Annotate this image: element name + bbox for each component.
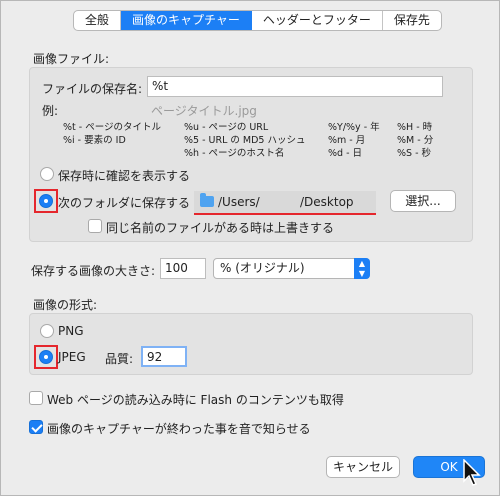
tab-general[interactable]: 全般 (74, 11, 122, 30)
radio-save-to-folder[interactable] (39, 194, 53, 208)
choose-folder-button[interactable]: 選択... (390, 190, 456, 212)
filename-input[interactable]: %t (147, 76, 443, 97)
token-second: %S - 秒 (397, 148, 432, 159)
tab-save-location[interactable]: 保存先 (383, 11, 441, 30)
token-host: %h - ページのホスト名 (184, 148, 285, 159)
mouse-pointer-icon (463, 459, 481, 486)
size-unit-selected: % (オリジナル) (220, 261, 305, 275)
flash-label: Web ページの読み込み時に Flash のコンテンツも取得 (47, 393, 344, 407)
tab-image-capture[interactable]: 画像のキャプチャー (121, 11, 252, 30)
radio-jpeg[interactable] (39, 350, 53, 364)
overwrite-label: 同じ名前のファイルがある時は上書きする (106, 221, 335, 235)
jpeg-label: JPEG (58, 350, 86, 364)
folder-path-display[interactable]: /Users/ /Desktop (194, 191, 376, 213)
token-t: %t - ページのタイトル (63, 122, 162, 133)
image-file-section-title: 画像ファイル: (33, 52, 110, 66)
token-hour: %H - 時 (397, 122, 433, 133)
sound-checkbox[interactable] (29, 420, 43, 434)
preferences-window: 全般 画像のキャプチャー ヘッダーとフッター 保存先 画像ファイル: ファイルの… (0, 0, 500, 496)
flash-checkbox[interactable] (29, 391, 43, 405)
image-size-input[interactable]: 100 (160, 258, 206, 279)
sound-label: 画像のキャプチャーが終わった事を音で知らせる (47, 422, 311, 436)
image-format-section-title: 画像の形式: (33, 298, 98, 312)
example-value: ページタイトル.jpg (151, 104, 257, 118)
image-format-group (29, 313, 473, 375)
token-u: %u - ページの URL (184, 122, 269, 133)
token-i: %i - 要素の ID (63, 135, 126, 146)
chevron-updown-icon: ▲ ▼ (354, 258, 370, 279)
example-label: 例: (42, 104, 59, 118)
cancel-button[interactable]: キャンセル (326, 456, 400, 478)
path-prefix: /Users/ (218, 195, 260, 209)
path-suffix: /Desktop (300, 195, 354, 209)
tab-bar: 全般 画像のキャプチャー ヘッダーとフッター 保存先 (73, 10, 442, 31)
size-unit-select[interactable]: % (オリジナル) ▲ ▼ (213, 258, 370, 279)
png-label: PNG (58, 324, 84, 338)
filename-label: ファイルの保存名: (42, 82, 143, 96)
quality-input[interactable]: 92 (141, 346, 187, 367)
image-size-label: 保存する画像の大きさ: (31, 264, 156, 278)
token-year: %Y/%y - 年 (328, 122, 380, 133)
radio-folder-label: 次のフォルダに保存する (58, 196, 191, 210)
path-underline-annotation (194, 213, 376, 215)
radio-confirm-on-save[interactable] (40, 167, 54, 181)
overwrite-checkbox[interactable] (88, 219, 102, 233)
token-month: %m - 月 (328, 135, 366, 146)
quality-label: 品質: (105, 352, 134, 366)
folder-icon (200, 193, 214, 207)
tab-header-footer[interactable]: ヘッダーとフッター (252, 11, 383, 30)
token-minute: %M - 分 (397, 135, 434, 146)
token-md5: %5 - URL の MD5 ハッシュ (184, 135, 306, 146)
radio-confirm-label: 保存時に確認を表示する (58, 169, 191, 183)
radio-png[interactable] (40, 324, 54, 338)
token-day: %d - 日 (328, 148, 363, 159)
